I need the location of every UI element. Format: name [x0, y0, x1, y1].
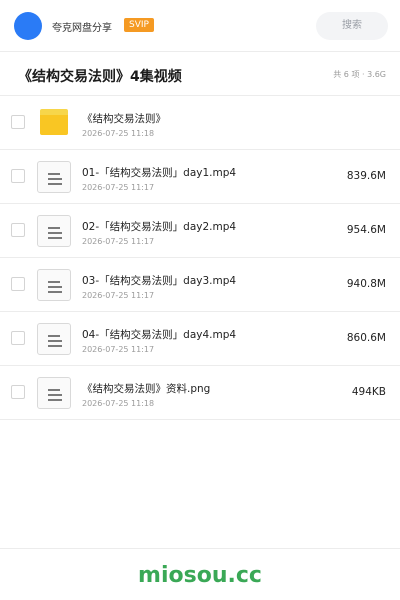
- select-checkbox[interactable]: [11, 169, 25, 183]
- file-icon: [37, 377, 71, 409]
- list-item-folder[interactable]: 《结构交易法则》 2026-07-25 11:18: [0, 96, 400, 150]
- file-size: 954.6M: [346, 224, 386, 236]
- file-name: 03-「结构交易法则」day3.mp4: [82, 275, 237, 287]
- list-item-file[interactable]: 02-「结构交易法则」day2.mp4 2026-07-25 11:17 954…: [0, 204, 400, 258]
- avatar[interactable]: [14, 12, 42, 40]
- file-size: 940.8M: [346, 278, 386, 290]
- share-source-label: 夸克网盘分享: [52, 23, 112, 34]
- select-checkbox[interactable]: [11, 115, 25, 129]
- file-icon: [37, 269, 71, 301]
- list-item-file[interactable]: 《结构交易法则》资料.png 2026-07-25 11:18 494KB: [0, 366, 400, 420]
- file-date: 2026-07-25 11:17: [82, 183, 155, 192]
- list-item-file[interactable]: 01-「结构交易法则」day1.mp4 2026-07-25 11:17 839…: [0, 150, 400, 204]
- watermark-text: miosou.cc: [138, 563, 262, 588]
- file-name: 《结构交易法则》资料.png: [82, 383, 211, 395]
- file-list: 《结构交易法则》 2026-07-25 11:18 01-「结构交易法则」day…: [0, 96, 400, 420]
- file-icon: [37, 161, 71, 193]
- file-name: 《结构交易法则》: [82, 113, 166, 125]
- select-checkbox[interactable]: [11, 277, 25, 291]
- footer: miosou.cc: [0, 548, 400, 600]
- file-date: 2026-07-25 11:17: [82, 291, 155, 300]
- file-date: 2026-07-25 11:18: [82, 399, 155, 408]
- file-icon: [37, 215, 71, 247]
- file-name: 02-「结构交易法则」day2.mp4: [82, 221, 237, 233]
- select-checkbox[interactable]: [11, 331, 25, 345]
- svip-badge: SVIP: [124, 18, 154, 32]
- file-name: 04-「结构交易法则」day4.mp4: [82, 329, 237, 341]
- file-date: 2026-07-25 11:17: [82, 237, 155, 246]
- file-name: 01-「结构交易法则」day1.mp4: [82, 167, 237, 179]
- select-checkbox[interactable]: [11, 385, 25, 399]
- file-icon: [37, 323, 71, 355]
- list-item-file[interactable]: 04-「结构交易法则」day4.mp4 2026-07-25 11:17 860…: [0, 312, 400, 366]
- file-size: 860.6M: [346, 332, 386, 344]
- file-size: 494KB: [351, 386, 386, 398]
- search-input[interactable]: 搜索: [316, 12, 388, 40]
- file-date: 2026-07-25 11:17: [82, 345, 155, 354]
- folder-title-bar: 《结构交易法则》4集视频 共 6 项 · 3.6G: [0, 52, 400, 96]
- select-checkbox[interactable]: [11, 223, 25, 237]
- folder-icon: [40, 109, 68, 135]
- folder-summary: 共 6 项 · 3.6G: [333, 70, 386, 79]
- header: 夸克网盘分享 SVIP 搜索: [0, 0, 400, 52]
- page-title: 《结构交易法则》4集视频: [18, 69, 182, 85]
- list-item-file[interactable]: 03-「结构交易法则」day3.mp4 2026-07-25 11:17 940…: [0, 258, 400, 312]
- file-size: 839.6M: [346, 170, 386, 182]
- file-date: 2026-07-25 11:18: [82, 129, 155, 138]
